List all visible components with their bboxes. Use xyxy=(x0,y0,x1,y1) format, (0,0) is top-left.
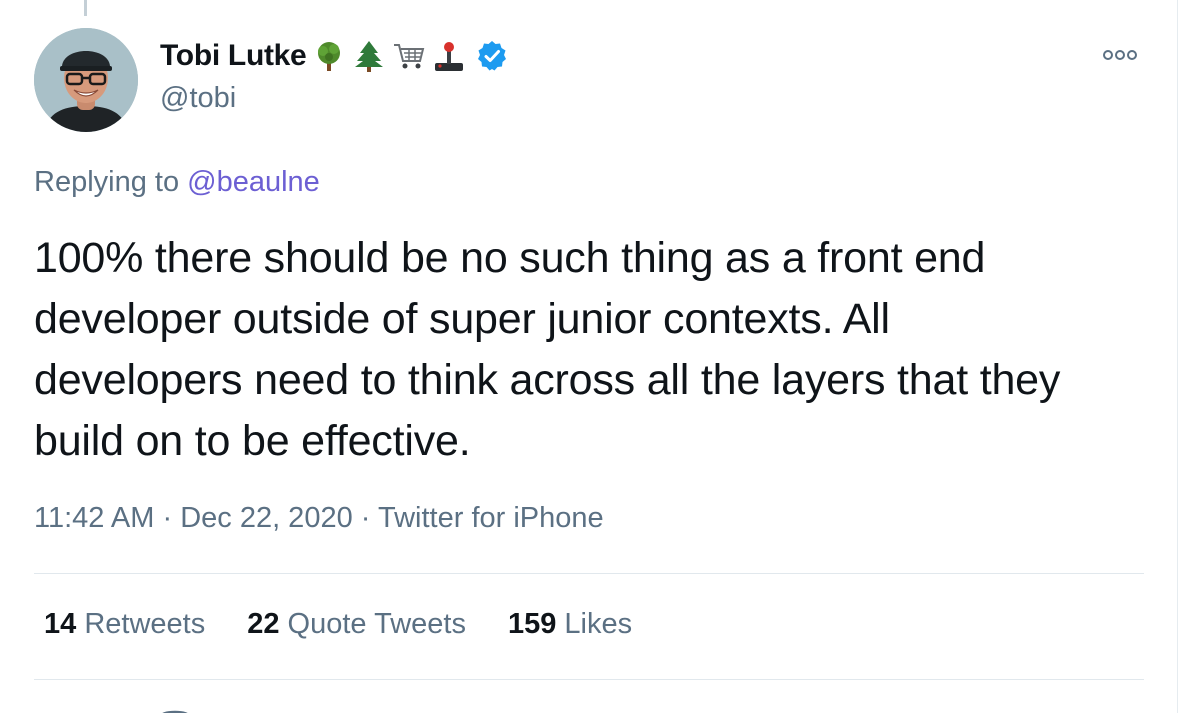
author-display-name[interactable]: Tobi Lutke xyxy=(160,39,307,73)
quote-tweets-label: Quote Tweets xyxy=(287,608,466,640)
tweet-text-line: developers need to think across all the … xyxy=(34,356,1061,404)
reply-icon[interactable] xyxy=(155,703,195,713)
quote-tweets-count: 22 xyxy=(247,608,280,640)
thread-connector-line xyxy=(84,0,87,16)
avatar[interactable] xyxy=(34,28,138,132)
more-options-icon[interactable] xyxy=(1098,40,1146,70)
tweet-source-link[interactable]: Twitter for iPhone xyxy=(378,502,604,534)
quote-tweets-stat-link[interactable]: 22 Quote Tweets xyxy=(247,608,466,641)
shopping-cart-icon xyxy=(392,39,426,73)
likes-stat-link[interactable]: 159 Likes xyxy=(508,608,632,641)
retweets-count: 14 xyxy=(44,608,77,640)
replying-prefix: Replying to xyxy=(34,166,180,198)
meta-separator: · xyxy=(162,502,173,534)
likes-label: Likes xyxy=(564,608,633,640)
tweet-text-line: build on to be effective. xyxy=(34,417,471,465)
deciduous-tree-icon xyxy=(312,39,346,73)
evergreen-tree-icon xyxy=(352,39,386,73)
retweets-stat-link[interactable]: 14 Retweets xyxy=(44,608,205,641)
replying-to-mention-link[interactable]: @beaulne xyxy=(187,166,320,198)
likes-count: 159 xyxy=(507,608,557,640)
like-icon[interactable] xyxy=(705,703,745,713)
author-name-row: Tobi Lutke xyxy=(160,36,508,76)
tweet-text-line: developer outside of super junior contex… xyxy=(34,295,890,343)
tweet-stats: 14 Retweets 22 Quote Tweets 159 Likes xyxy=(44,608,632,641)
tweet-body: 100% there should be no such thing as a … xyxy=(34,228,1154,472)
verified-badge-icon xyxy=(476,40,508,72)
tweet-date-link[interactable]: Dec 22, 2020 xyxy=(180,502,353,534)
meta-separator: · xyxy=(360,502,371,534)
author-handle[interactable]: @tobi xyxy=(160,82,236,115)
tweet-card: Tobi Lutke @tobi Replying to @beaulne 10… xyxy=(0,0,1200,713)
tweet-text-line: 100% there should be no such thing as a … xyxy=(34,234,986,282)
avatar-image xyxy=(34,28,138,132)
replying-to-line: Replying to @beaulne xyxy=(34,166,320,199)
tweet-meta: 11:42 AM · Dec 22, 2020 · Twitter for iP… xyxy=(34,502,604,535)
tweet-time-link[interactable]: 11:42 AM xyxy=(34,502,154,534)
joystick-icon xyxy=(432,39,466,73)
column-border xyxy=(1177,0,1178,713)
divider xyxy=(34,679,1144,680)
retweets-label: Retweets xyxy=(84,608,206,640)
divider xyxy=(34,573,1144,574)
